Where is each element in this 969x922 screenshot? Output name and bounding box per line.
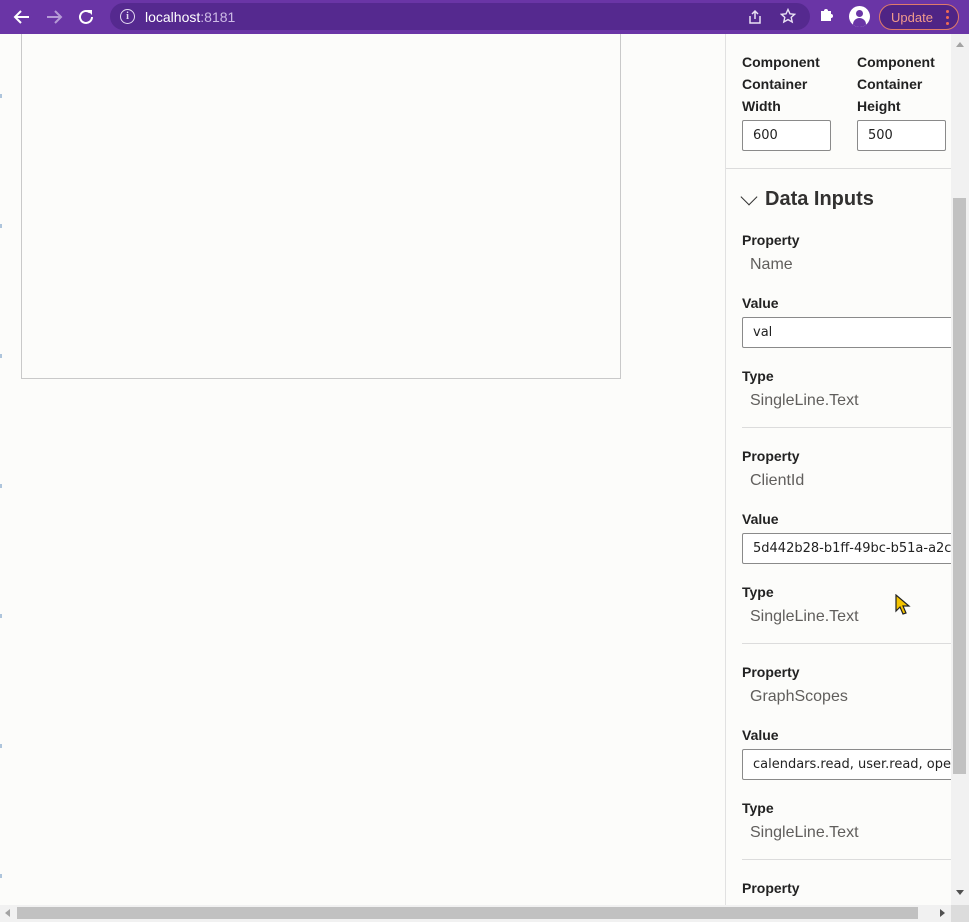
horizontal-scroll-thumb[interactable] xyxy=(17,907,918,919)
arrow-right-icon xyxy=(47,10,63,24)
horizontal-scrollbar[interactable] xyxy=(0,905,951,922)
value-label: Value xyxy=(742,727,779,743)
divider xyxy=(726,168,951,169)
property-name: GraphScopes xyxy=(750,688,848,705)
width-group: Component Container Width xyxy=(742,51,852,151)
more-menu-icon[interactable] xyxy=(946,10,949,25)
type-label: Type xyxy=(742,584,774,600)
reload-icon xyxy=(79,9,93,24)
arrow-left-icon xyxy=(13,10,29,24)
type-label: Type xyxy=(742,800,774,816)
property-label: Property xyxy=(742,232,800,248)
value-input[interactable]: val xyxy=(742,317,951,348)
puzzle-icon[interactable] xyxy=(818,6,836,24)
property-label: Property xyxy=(742,664,800,680)
scroll-left-icon[interactable] xyxy=(5,909,10,917)
url-host: localhost xyxy=(145,8,201,25)
height-label: Component Container Height xyxy=(857,54,935,114)
property-label: Property xyxy=(742,448,800,464)
type-value: SingleLine.Text xyxy=(750,392,859,409)
value-input[interactable]: calendars.read, user.read, openid xyxy=(742,749,951,780)
vertical-scroll-thumb[interactable] xyxy=(953,198,966,774)
width-input[interactable] xyxy=(742,120,831,151)
star-icon[interactable] xyxy=(780,8,796,24)
update-button[interactable]: Update xyxy=(879,4,959,30)
data-inputs-header[interactable]: Data Inputs xyxy=(740,188,874,211)
update-label: Update xyxy=(891,9,933,25)
type-label: Type xyxy=(742,368,774,384)
browser-toolbar: i localhost:8181 Update xyxy=(0,0,969,34)
value-label: Value xyxy=(742,511,779,527)
address-bar[interactable]: i localhost:8181 xyxy=(110,3,810,30)
divider xyxy=(742,643,951,644)
back-button[interactable] xyxy=(6,1,38,33)
mouse-cursor-icon xyxy=(895,594,911,615)
section-title: Data Inputs xyxy=(765,188,874,210)
height-group: Component Container Height xyxy=(857,51,951,151)
site-info-icon[interactable]: i xyxy=(120,9,135,24)
url-text: localhost:8181 xyxy=(145,9,235,25)
scrollbar-corner xyxy=(951,905,969,922)
page-viewport: Component Container Width Component Cont… xyxy=(0,34,969,905)
divider xyxy=(742,427,951,428)
scroll-right-icon[interactable] xyxy=(940,909,945,917)
type-value: SingleLine.Text xyxy=(750,608,859,625)
url-port: :8181 xyxy=(200,8,236,25)
width-label: Component Container Width xyxy=(742,54,820,114)
scroll-down-icon[interactable] xyxy=(956,890,964,895)
chevron-down-icon xyxy=(740,188,758,205)
value-input[interactable]: 5d442b28-b1ff-49bc-b51a-a2c5b xyxy=(742,533,951,564)
scroll-up-icon[interactable] xyxy=(956,42,964,47)
left-edge-artifact xyxy=(0,34,2,905)
profile-avatar-icon[interactable] xyxy=(849,6,870,27)
property-name: Name xyxy=(750,256,793,273)
height-input[interactable] xyxy=(857,120,946,151)
property-name: ClientId xyxy=(750,472,805,489)
type-value: SingleLine.Text xyxy=(750,824,859,841)
vertical-scrollbar[interactable] xyxy=(951,34,969,905)
component-container xyxy=(21,34,621,379)
reload-button[interactable] xyxy=(70,1,102,33)
value-label: Value xyxy=(742,295,779,311)
divider xyxy=(742,859,951,860)
forward-button[interactable] xyxy=(38,1,70,33)
properties-panel: Component Container Width Component Cont… xyxy=(725,34,951,905)
share-icon[interactable] xyxy=(747,9,763,25)
property-label: Property xyxy=(742,880,800,896)
